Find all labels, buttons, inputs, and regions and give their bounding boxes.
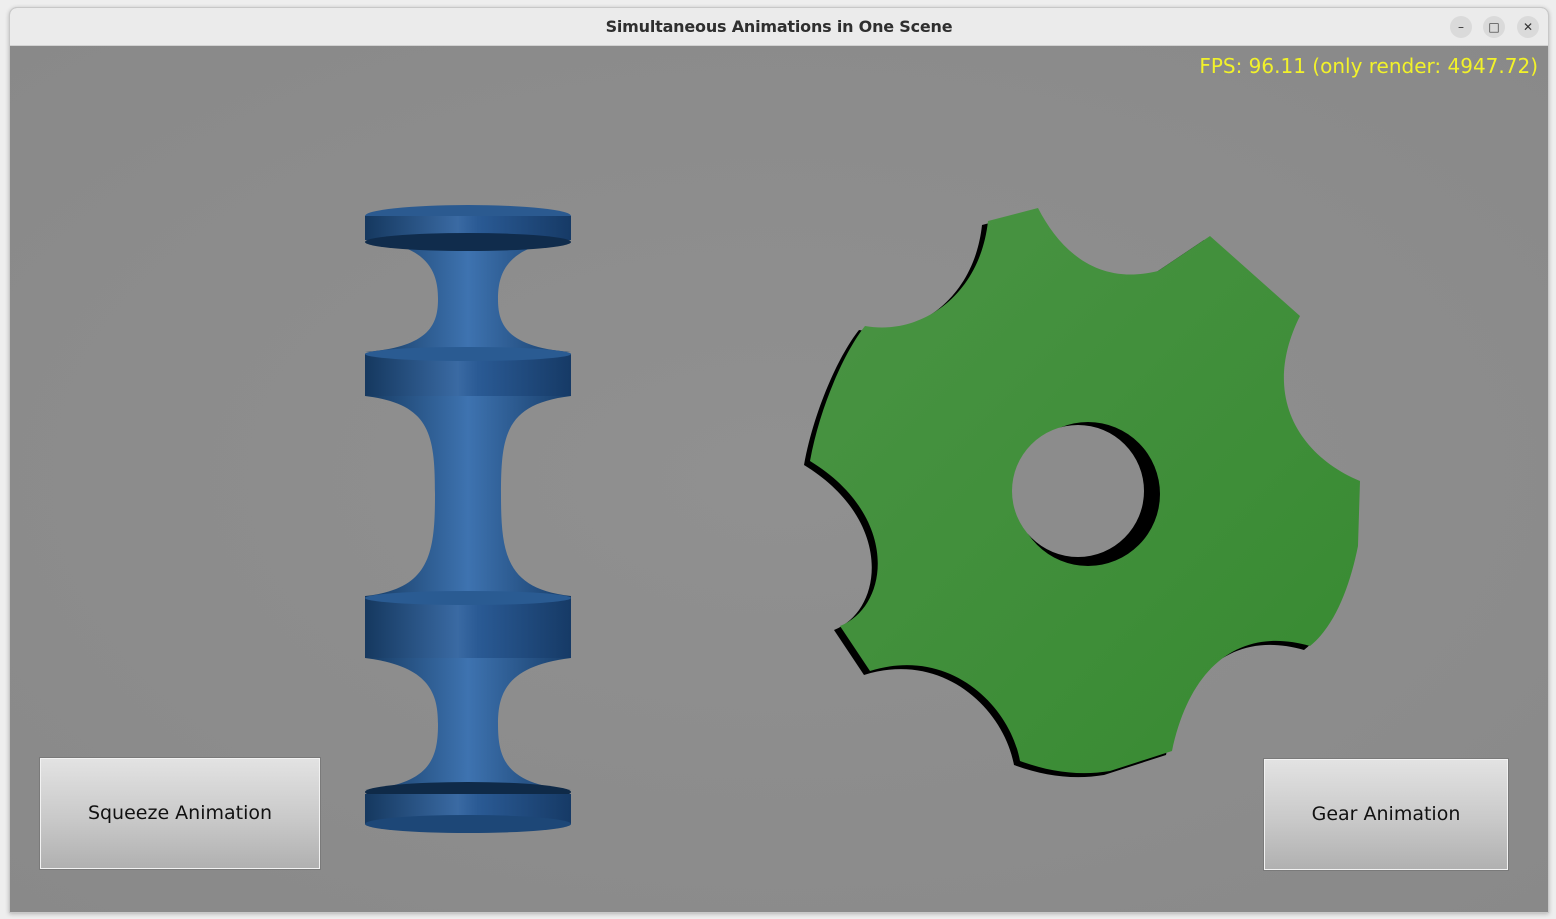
app-window: Simultaneous Animations in One Scene – □… xyxy=(9,7,1549,913)
close-button[interactable]: ✕ xyxy=(1517,16,1539,38)
maximize-button[interactable]: □ xyxy=(1483,16,1505,38)
gear-animation-button[interactable]: Gear Animation xyxy=(1263,758,1509,871)
minimize-button[interactable]: – xyxy=(1450,16,1472,38)
squeeze-animation-button[interactable]: Squeeze Animation xyxy=(39,757,321,870)
title-bar[interactable]: Simultaneous Animations in One Scene – □… xyxy=(10,8,1548,46)
window-title: Simultaneous Animations in One Scene xyxy=(605,17,953,36)
gear-model xyxy=(804,208,1360,778)
render-viewport[interactable]: FPS: 96.11 (only render: 4947.72) Squeez… xyxy=(10,46,1548,912)
squeeze-column-model xyxy=(365,205,571,833)
fps-counter: FPS: 96.11 (only render: 4947.72) xyxy=(1199,54,1538,78)
